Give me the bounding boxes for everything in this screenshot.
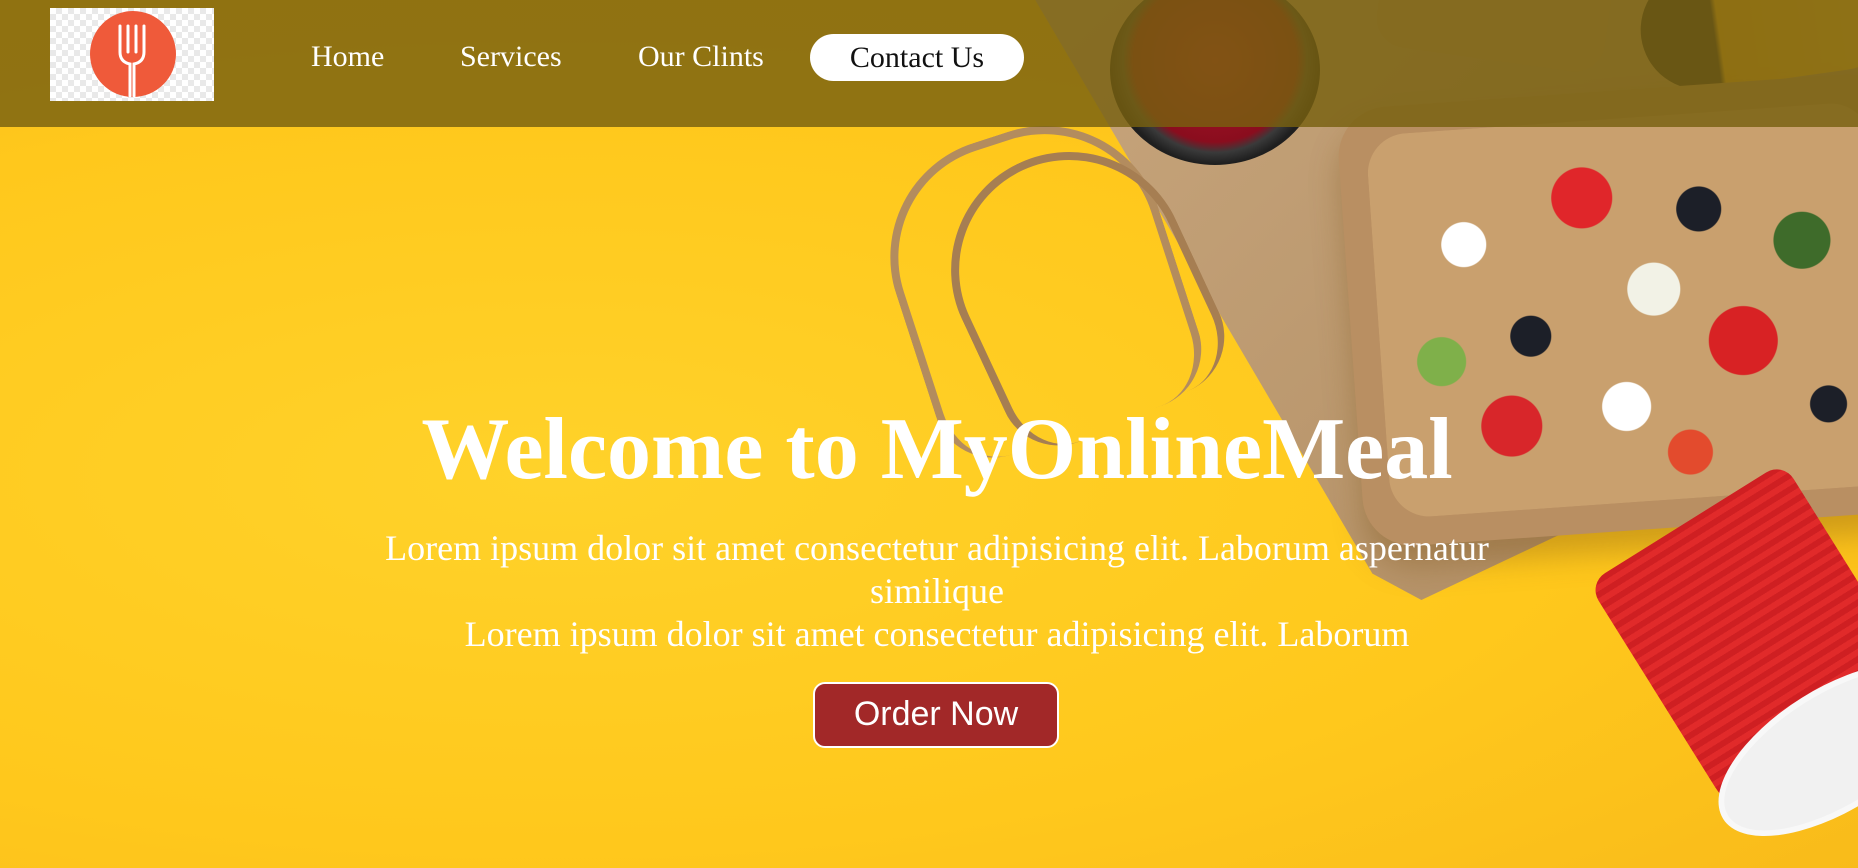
fork-icon [118, 24, 146, 98]
order-now-button[interactable]: Order Now [813, 682, 1059, 748]
hero-section: Welcome to MyOnlineMeal Lorem ipsum dolo… [0, 0, 1858, 868]
nav-link-our-clients[interactable]: Our Clints [638, 36, 764, 78]
hero-description: Lorem ipsum dolor sit amet consectetur a… [330, 527, 1544, 656]
hero-title: Welcome to MyOnlineMeal [421, 401, 1453, 498]
nav-link-home[interactable]: Home [311, 36, 384, 78]
hero-text-line: Lorem ipsum dolor sit amet consectetur a… [464, 614, 1410, 654]
nav-link-services[interactable]: Services [460, 36, 562, 78]
hero-text-line: Lorem ipsum dolor sit amet consectetur a… [385, 528, 1489, 568]
navbar: Home Services Our Clints Contact Us [0, 0, 1858, 127]
logo[interactable] [50, 8, 214, 101]
hero-text-line: similique [870, 571, 1004, 611]
contact-us-button[interactable]: Contact Us [810, 34, 1024, 81]
